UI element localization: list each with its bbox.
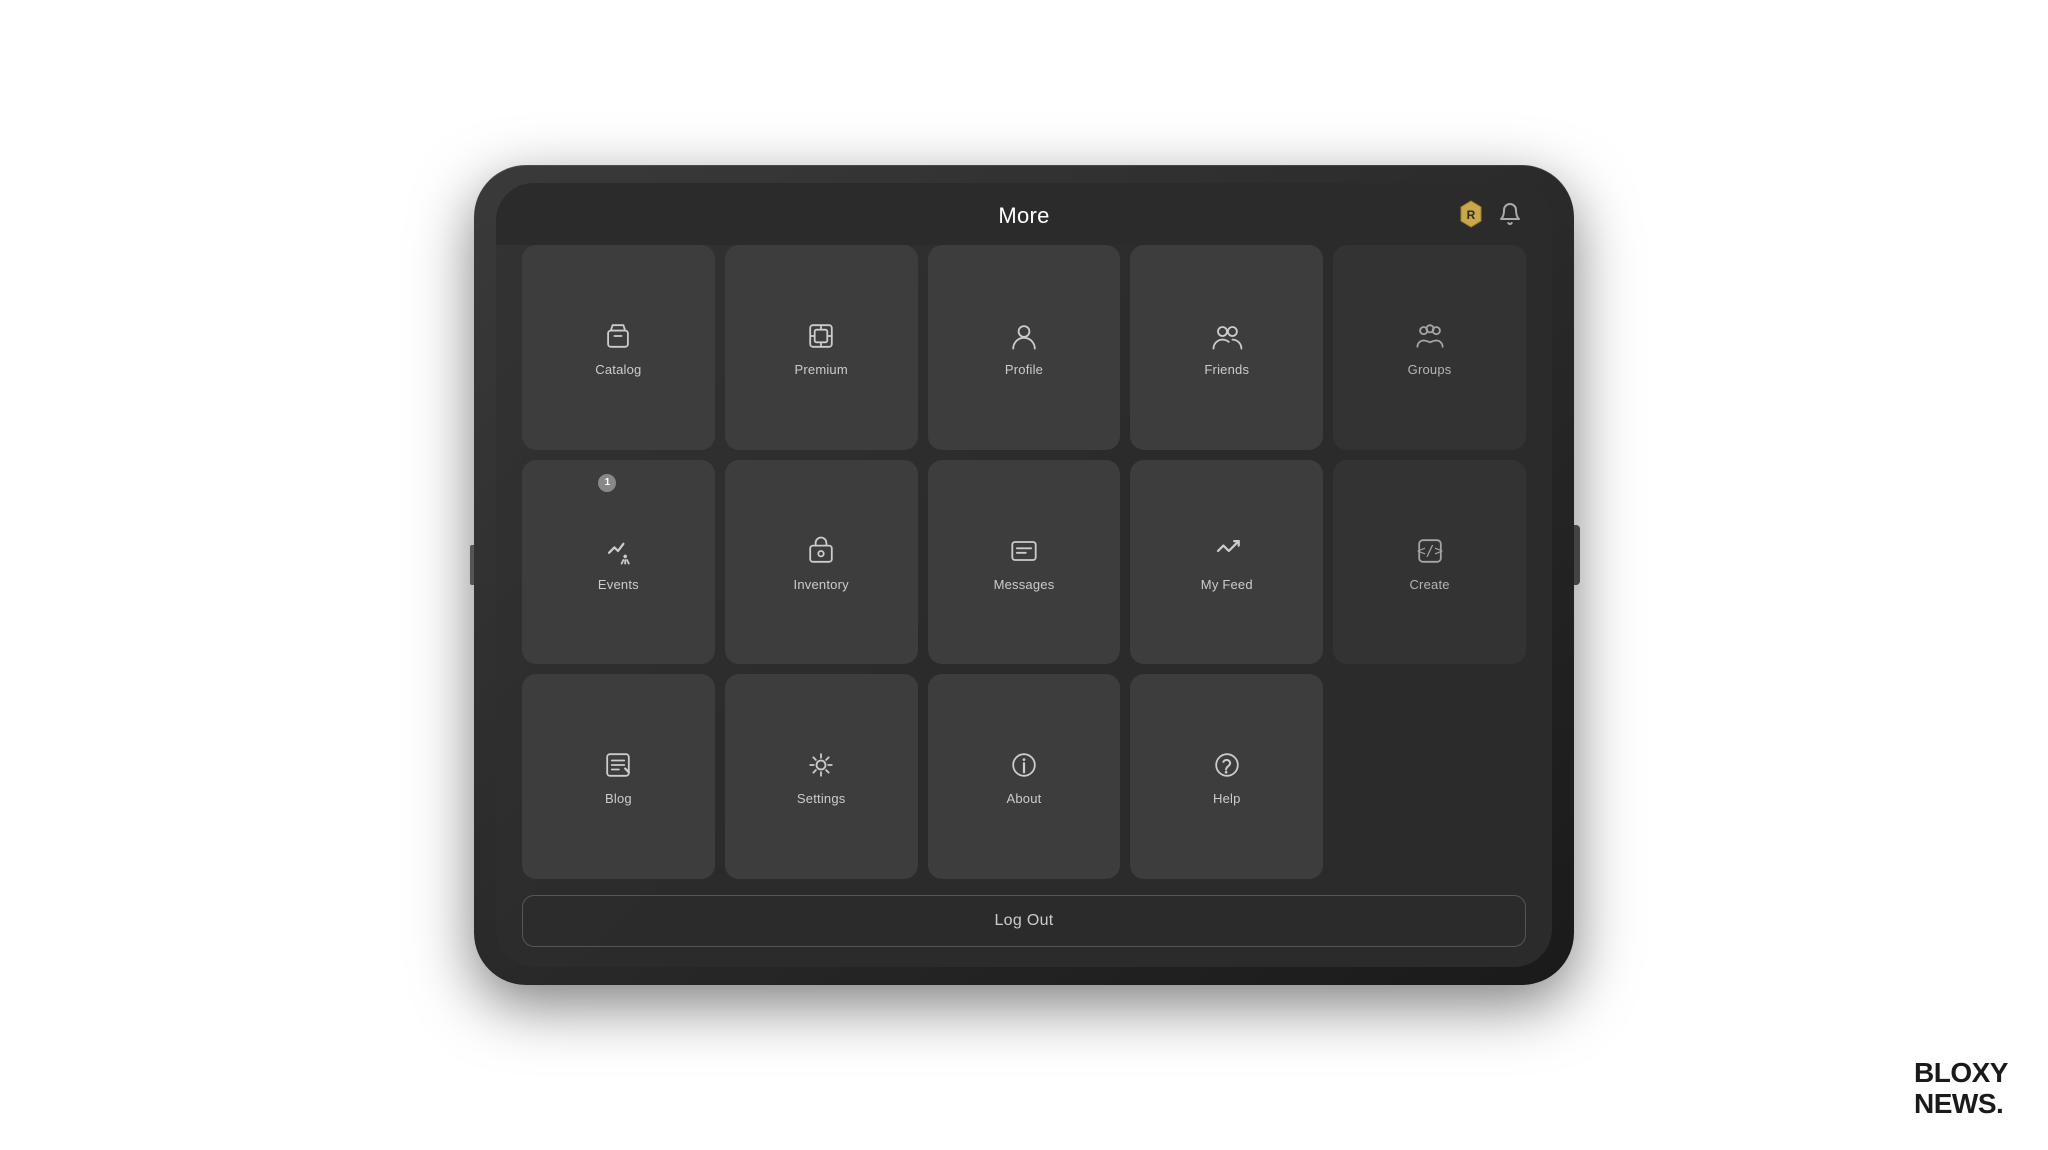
grid-item-empty — [1333, 674, 1526, 879]
grid-item-groups[interactable]: Groups — [1333, 245, 1526, 450]
help-label: Help — [1213, 791, 1241, 806]
branding: BLOXY NEWS. — [1914, 1058, 2008, 1120]
grid-item-settings[interactable]: Settings — [725, 674, 918, 879]
branding-line2: NEWS. — [1914, 1089, 2008, 1120]
inventory-icon — [803, 533, 839, 569]
grid-item-profile[interactable]: Profile — [928, 245, 1121, 450]
messages-label: Messages — [994, 577, 1055, 592]
grid-item-about[interactable]: About — [928, 674, 1121, 879]
messages-icon — [1006, 533, 1042, 569]
grid-item-premium[interactable]: Premium — [725, 245, 918, 450]
svg-text:R: R — [1467, 208, 1476, 222]
header: More R — [496, 183, 1552, 245]
grid-item-messages[interactable]: Messages — [928, 460, 1121, 665]
grid-item-myfeed[interactable]: My Feed — [1130, 460, 1323, 665]
grid-row-3: Blog Settings — [522, 674, 1526, 879]
left-button — [470, 545, 474, 585]
create-icon: </> — [1412, 533, 1448, 569]
myfeed-label: My Feed — [1201, 577, 1253, 592]
grid-item-events[interactable]: 1 Events — [522, 460, 715, 665]
robux-icon[interactable]: R — [1456, 199, 1486, 229]
grid-container: Catalog — [496, 245, 1552, 895]
about-icon — [1006, 747, 1042, 783]
catalog-icon — [600, 318, 636, 354]
friends-label: Friends — [1204, 362, 1249, 377]
about-label: About — [1007, 791, 1042, 806]
premium-icon — [803, 318, 839, 354]
friends-icon — [1209, 318, 1245, 354]
header-icons: R — [1456, 199, 1522, 229]
catalog-label: Catalog — [595, 362, 641, 377]
premium-label: Premium — [794, 362, 847, 377]
grid-row-2: 1 Events — [522, 460, 1526, 665]
settings-icon — [803, 747, 839, 783]
myfeed-icon — [1209, 533, 1245, 569]
app-container: More R — [496, 183, 1552, 967]
tablet-outer: More R — [474, 165, 1574, 985]
grid-row-1: Catalog — [522, 245, 1526, 450]
branding-line1: BLOXY — [1914, 1058, 2008, 1089]
svg-text:</>: </> — [1417, 543, 1443, 559]
events-label: Events — [598, 577, 639, 592]
profile-icon — [1006, 318, 1042, 354]
grid-item-friends[interactable]: Friends — [1130, 245, 1323, 450]
grid-item-catalog[interactable]: Catalog — [522, 245, 715, 450]
events-icon — [600, 533, 636, 569]
right-button — [1574, 525, 1580, 585]
groups-icon — [1412, 318, 1448, 354]
grid-item-help[interactable]: Help — [1130, 674, 1323, 879]
logout-container: Log Out — [496, 895, 1552, 967]
page-title: More — [998, 203, 1049, 229]
badge-events: 1 — [598, 474, 616, 492]
grid-item-blog[interactable]: Blog — [522, 674, 715, 879]
profile-label: Profile — [1005, 362, 1043, 377]
grid-item-inventory[interactable]: Inventory — [725, 460, 918, 665]
groups-label: Groups — [1408, 362, 1452, 377]
tablet-screen: More R — [496, 183, 1552, 967]
grid-item-create[interactable]: </> Create — [1333, 460, 1526, 665]
inventory-label: Inventory — [794, 577, 849, 592]
blog-label: Blog — [605, 791, 632, 806]
help-icon — [1209, 747, 1245, 783]
settings-label: Settings — [797, 791, 846, 806]
blog-icon — [600, 747, 636, 783]
notification-icon[interactable] — [1498, 202, 1522, 226]
logout-button[interactable]: Log Out — [522, 895, 1526, 947]
create-label: Create — [1409, 577, 1449, 592]
